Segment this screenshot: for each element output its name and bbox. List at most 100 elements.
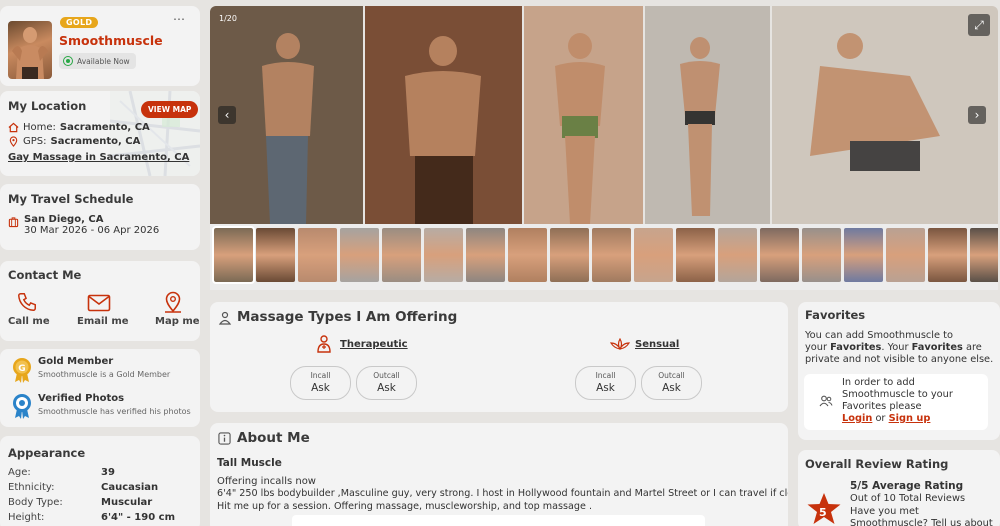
gallery-thumbnail[interactable]: [676, 228, 715, 282]
gallery-thumbnail[interactable]: [424, 228, 463, 282]
sensual-incall: Incall Ask: [575, 366, 636, 400]
review-average: 5/5 Average Rating: [850, 480, 964, 492]
appearance-key: Ethnicity:: [8, 482, 55, 493]
outcall-label: Outcall: [658, 371, 685, 380]
gallery-thumbnail[interactable]: [886, 228, 925, 282]
favorites-box-2: Smoothmuscle to your: [842, 389, 953, 400]
home-location: Home: Sacramento, CA: [8, 122, 150, 133]
review-count: Out of 10 Total Reviews: [850, 493, 966, 504]
gallery-thumbnail[interactable]: [298, 228, 337, 282]
about-card: About Me Tall Muscle Offering incalls no…: [210, 423, 788, 526]
users-icon: [819, 395, 833, 407]
gallery-expand-button[interactable]: ⤢: [968, 14, 990, 36]
appearance-table: Age: 39 Ethnicity: Caucasian Body Type: Mus…: [8, 467, 175, 526]
gallery-thumbnail[interactable]: [340, 228, 379, 282]
map-label[interactable]: Map me: [155, 316, 200, 327]
gallery-thumbnail[interactable]: [256, 228, 295, 282]
location-link[interactable]: Gay Massage in Sacramento, CA: [8, 152, 189, 163]
favorites-bold-1: Favorites: [830, 342, 882, 353]
availability-status: Available Now: [59, 53, 136, 69]
gallery-thumbnail[interactable]: [802, 228, 841, 282]
verified-photos-icon: [13, 394, 31, 419]
appearance-title: Appearance: [8, 446, 86, 460]
gold-member-title: Gold Member: [38, 356, 114, 367]
gallery-thumbnail[interactable]: [634, 228, 673, 282]
svg-text:G: G: [18, 364, 25, 374]
verified-photos-title: Verified Photos: [38, 393, 125, 404]
sensual-link[interactable]: Sensual: [635, 339, 679, 350]
call-button[interactable]: [8, 291, 48, 317]
call-label[interactable]: Call me: [8, 316, 50, 327]
therapeutic-link[interactable]: Therapeutic: [340, 339, 408, 350]
rating-star-value: 5: [819, 506, 827, 519]
favorites-card: Favorites You can add Smoothmuscle to yo…: [798, 302, 1000, 440]
gallery-thumbnail[interactable]: [592, 228, 631, 282]
gallery-next-button[interactable]: ›: [968, 106, 986, 124]
gallery-thumbnail[interactable]: [760, 228, 799, 282]
favorites-box-3: Favorites please: [842, 401, 922, 412]
more-options-icon[interactable]: ⋯: [173, 12, 186, 26]
massage-types-title: Massage Types I Am Offering: [237, 309, 458, 325]
about-title: About Me: [237, 430, 310, 446]
gps-value: Sacramento, CA: [50, 136, 141, 147]
gallery-thumbnail[interactable]: [718, 228, 757, 282]
favorites-text-c: private and not visible to anyone else.: [805, 354, 994, 365]
available-dot-icon: [63, 56, 73, 66]
email-button[interactable]: [87, 294, 111, 312]
gallery-thumbnail[interactable]: [382, 228, 421, 282]
appearance-row: Age: 39: [8, 467, 175, 482]
contact-card: Contact Me Call me Email me Map me: [0, 261, 200, 341]
appearance-key: Age:: [8, 467, 31, 478]
gallery-thumbnail[interactable]: [466, 228, 505, 282]
review-met-2: Smoothmuscle? Tell us about: [850, 518, 993, 526]
map-pin-icon: [165, 291, 181, 313]
avatar[interactable]: [8, 21, 52, 79]
or-text: or: [872, 413, 889, 424]
gallery-thumbnail[interactable]: [212, 226, 255, 284]
gallery-thumbnail[interactable]: [970, 228, 998, 282]
favorites-box-1: In order to add: [842, 377, 915, 388]
verified-photos-subtitle: Smoothmuscle has verified his photos: [38, 407, 191, 416]
map-button[interactable]: [163, 291, 183, 313]
about-headline: Tall Muscle: [217, 457, 282, 469]
appearance-row: Body Type: Muscular: [8, 497, 175, 512]
review-card: Overall Review Rating 5 5/5 Average Rati…: [798, 450, 1000, 526]
gallery-thumbnail[interactable]: [550, 228, 589, 282]
login-link[interactable]: Login: [842, 413, 872, 424]
travel-card: My Travel Schedule San Diego, CA 30 Mar …: [0, 184, 200, 250]
contact-title: Contact Me: [8, 268, 82, 282]
gold-member-icon: G: [13, 358, 31, 383]
favorites-login-line: Login or Sign up: [842, 413, 930, 424]
appearance-row: Ethnicity: Caucasian: [8, 482, 175, 497]
home-value: Sacramento, CA: [59, 122, 150, 133]
favorites-text-b3: . Your: [881, 342, 912, 353]
favorites-title: Favorites: [805, 308, 866, 322]
incall-value: Ask: [311, 382, 330, 394]
travel-city: San Diego, CA: [24, 214, 104, 225]
masseur-icon: [218, 311, 232, 325]
phone-icon: [18, 293, 36, 311]
gallery-thumbnail[interactable]: [844, 228, 883, 282]
signup-link[interactable]: Sign up: [889, 413, 931, 424]
lotus-icon: [610, 338, 630, 350]
location-title: My Location: [8, 99, 87, 113]
outcall-value: Ask: [662, 382, 681, 394]
luggage-icon: [8, 217, 19, 228]
appearance-key: Height:: [8, 512, 45, 523]
sensual-outcall: Outcall Ask: [641, 366, 702, 400]
favorites-text-b5: are: [962, 342, 982, 353]
outcall-value: Ask: [377, 382, 396, 394]
gallery-counter: 1/20: [219, 14, 237, 23]
badges-card: G Gold Member Smoothmuscle is a Gold Mem…: [0, 349, 200, 427]
therapeutic-icon: [317, 335, 331, 353]
availability-text: Available Now: [77, 56, 130, 66]
view-map-button[interactable]: VIEW MAP: [141, 101, 199, 118]
gallery-thumbnail[interactable]: [928, 228, 967, 282]
gps-label: GPS:: [23, 136, 47, 147]
about-line-3: Hit me up for a session. Offering massag…: [217, 501, 592, 512]
email-label[interactable]: Email me: [77, 316, 129, 327]
gallery-prev-button[interactable]: ‹: [218, 106, 236, 124]
appearance-value: 6'4" - 190 cm: [101, 512, 176, 523]
favorites-text-b1: your: [805, 342, 831, 353]
gallery-thumbnail[interactable]: [508, 228, 547, 282]
